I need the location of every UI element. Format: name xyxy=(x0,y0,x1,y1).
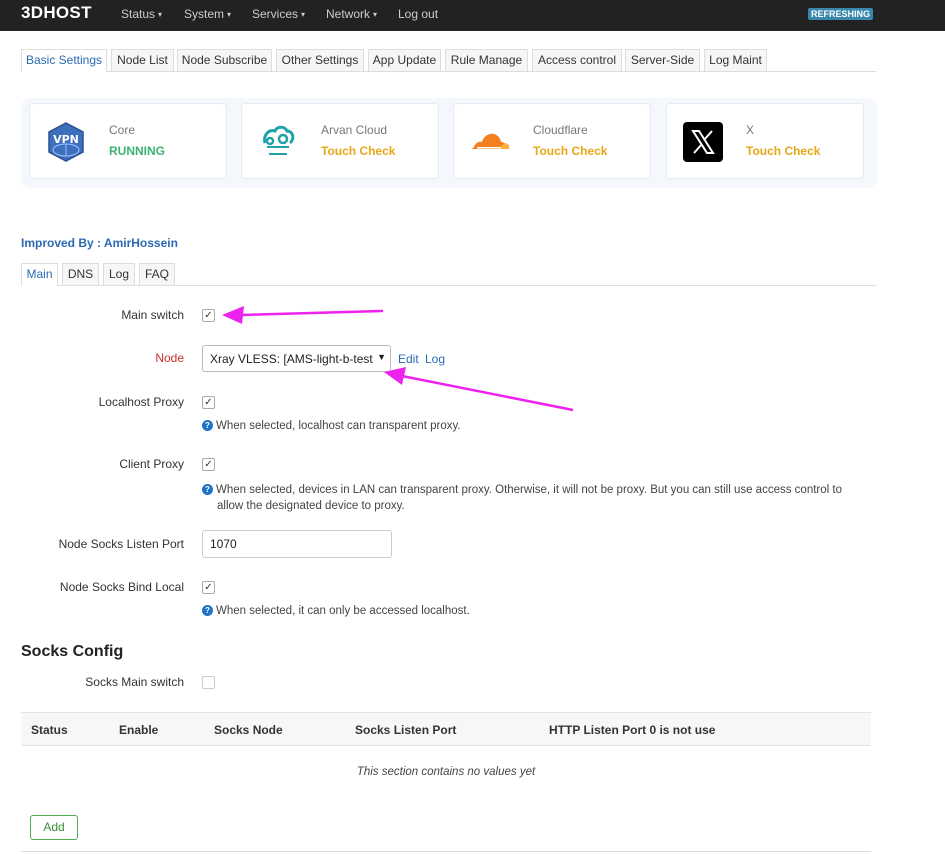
arrowhead-icon xyxy=(222,306,244,324)
annotation-arrow-main-switch xyxy=(239,309,384,317)
annotation-arrow-node xyxy=(401,374,574,412)
arrowhead-icon xyxy=(384,367,406,385)
annotation-arrows xyxy=(222,306,574,412)
